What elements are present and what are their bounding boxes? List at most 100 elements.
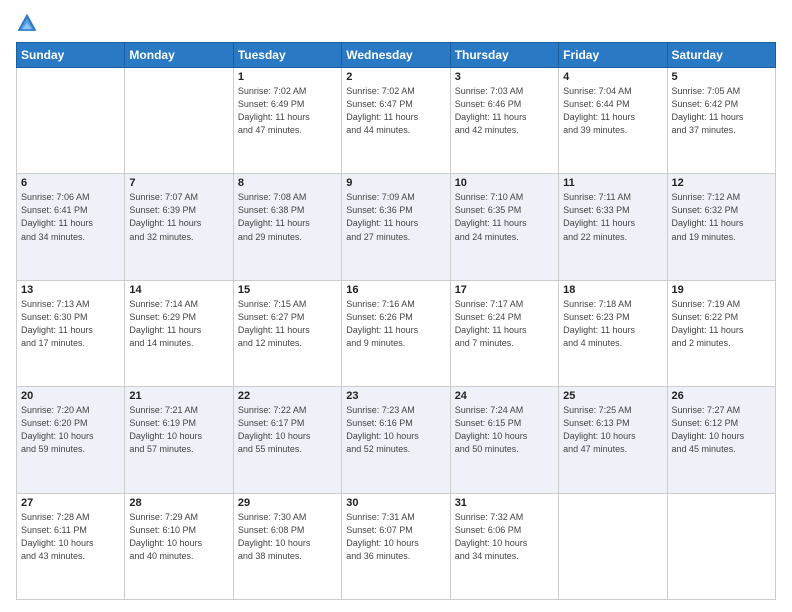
- day-number: 2: [346, 71, 445, 83]
- calendar-cell: [667, 493, 775, 599]
- day-number: 27: [21, 497, 120, 509]
- day-info: Sunrise: 7:10 AM Sunset: 6:35 PM Dayligh…: [455, 191, 554, 243]
- day-info: Sunrise: 7:19 AM Sunset: 6:22 PM Dayligh…: [672, 298, 771, 350]
- day-number: 16: [346, 284, 445, 296]
- day-info: Sunrise: 7:22 AM Sunset: 6:17 PM Dayligh…: [238, 404, 337, 456]
- calendar-cell: 1 Sunrise: 7:02 AM Sunset: 6:49 PM Daylig…: [233, 68, 341, 174]
- calendar-cell: 22 Sunrise: 7:22 AM Sunset: 6:17 PM Dayli…: [233, 387, 341, 493]
- day-number: 7: [129, 177, 228, 189]
- day-number: 31: [455, 497, 554, 509]
- day-info: Sunrise: 7:31 AM Sunset: 6:07 PM Dayligh…: [346, 511, 445, 563]
- day-number: 29: [238, 497, 337, 509]
- day-info: Sunrise: 7:28 AM Sunset: 6:11 PM Dayligh…: [21, 511, 120, 563]
- calendar-cell: 4 Sunrise: 7:04 AM Sunset: 6:44 PM Daylig…: [559, 68, 667, 174]
- day-info: Sunrise: 7:25 AM Sunset: 6:13 PM Dayligh…: [563, 404, 662, 456]
- weekday-header-wednesday: Wednesday: [342, 43, 450, 68]
- day-info: Sunrise: 7:04 AM Sunset: 6:44 PM Dayligh…: [563, 85, 662, 137]
- calendar-cell: 5 Sunrise: 7:05 AM Sunset: 6:42 PM Daylig…: [667, 68, 775, 174]
- calendar-week-row: 20 Sunrise: 7:20 AM Sunset: 6:20 PM Dayli…: [17, 387, 776, 493]
- day-number: 25: [563, 390, 662, 402]
- calendar-cell: 7 Sunrise: 7:07 AM Sunset: 6:39 PM Daylig…: [125, 174, 233, 280]
- calendar-week-row: 1 Sunrise: 7:02 AM Sunset: 6:49 PM Daylig…: [17, 68, 776, 174]
- day-info: Sunrise: 7:09 AM Sunset: 6:36 PM Dayligh…: [346, 191, 445, 243]
- calendar-cell: 27 Sunrise: 7:28 AM Sunset: 6:11 PM Dayli…: [17, 493, 125, 599]
- calendar-week-row: 13 Sunrise: 7:13 AM Sunset: 6:30 PM Dayli…: [17, 280, 776, 386]
- calendar-cell: 19 Sunrise: 7:19 AM Sunset: 6:22 PM Dayli…: [667, 280, 775, 386]
- day-number: 17: [455, 284, 554, 296]
- day-number: 15: [238, 284, 337, 296]
- calendar-cell: 3 Sunrise: 7:03 AM Sunset: 6:46 PM Daylig…: [450, 68, 558, 174]
- day-info: Sunrise: 7:02 AM Sunset: 6:47 PM Dayligh…: [346, 85, 445, 137]
- day-info: Sunrise: 7:15 AM Sunset: 6:27 PM Dayligh…: [238, 298, 337, 350]
- day-number: 28: [129, 497, 228, 509]
- calendar-cell: 24 Sunrise: 7:24 AM Sunset: 6:15 PM Dayli…: [450, 387, 558, 493]
- weekday-header-sunday: Sunday: [17, 43, 125, 68]
- calendar-week-row: 6 Sunrise: 7:06 AM Sunset: 6:41 PM Daylig…: [17, 174, 776, 280]
- day-info: Sunrise: 7:05 AM Sunset: 6:42 PM Dayligh…: [672, 85, 771, 137]
- calendar-cell: 30 Sunrise: 7:31 AM Sunset: 6:07 PM Dayli…: [342, 493, 450, 599]
- day-info: Sunrise: 7:03 AM Sunset: 6:46 PM Dayligh…: [455, 85, 554, 137]
- day-number: 22: [238, 390, 337, 402]
- calendar-cell: 17 Sunrise: 7:17 AM Sunset: 6:24 PM Dayli…: [450, 280, 558, 386]
- calendar-table: SundayMondayTuesdayWednesdayThursdayFrid…: [16, 42, 776, 600]
- calendar-cell: 20 Sunrise: 7:20 AM Sunset: 6:20 PM Dayli…: [17, 387, 125, 493]
- day-info: Sunrise: 7:14 AM Sunset: 6:29 PM Dayligh…: [129, 298, 228, 350]
- day-number: 19: [672, 284, 771, 296]
- calendar-cell: 31Sunrise: 7:32 AM Sunset: 6:06 PM Dayli…: [450, 493, 558, 599]
- calendar-cell: 13 Sunrise: 7:13 AM Sunset: 6:30 PM Dayli…: [17, 280, 125, 386]
- day-info: Sunrise: 7:07 AM Sunset: 6:39 PM Dayligh…: [129, 191, 228, 243]
- day-number: 3: [455, 71, 554, 83]
- weekday-header-row: SundayMondayTuesdayWednesdayThursdayFrid…: [17, 43, 776, 68]
- day-info: Sunrise: 7:06 AM Sunset: 6:41 PM Dayligh…: [21, 191, 120, 243]
- day-number: 20: [21, 390, 120, 402]
- day-info: Sunrise: 7:29 AM Sunset: 6:10 PM Dayligh…: [129, 511, 228, 563]
- day-info: Sunrise: 7:21 AM Sunset: 6:19 PM Dayligh…: [129, 404, 228, 456]
- calendar-cell: 8 Sunrise: 7:08 AM Sunset: 6:38 PM Daylig…: [233, 174, 341, 280]
- day-number: 8: [238, 177, 337, 189]
- day-number: 12: [672, 177, 771, 189]
- calendar-cell: 25 Sunrise: 7:25 AM Sunset: 6:13 PM Dayli…: [559, 387, 667, 493]
- calendar-cell: 16Sunrise: 7:16 AM Sunset: 6:26 PM Dayli…: [342, 280, 450, 386]
- calendar-cell: 9 Sunrise: 7:09 AM Sunset: 6:36 PM Daylig…: [342, 174, 450, 280]
- day-info: Sunrise: 7:13 AM Sunset: 6:30 PM Dayligh…: [21, 298, 120, 350]
- day-info: Sunrise: 7:20 AM Sunset: 6:20 PM Dayligh…: [21, 404, 120, 456]
- calendar-cell: [125, 68, 233, 174]
- day-info: Sunrise: 7:18 AM Sunset: 6:23 PM Dayligh…: [563, 298, 662, 350]
- weekday-header-tuesday: Tuesday: [233, 43, 341, 68]
- day-info: Sunrise: 7:30 AM Sunset: 6:08 PM Dayligh…: [238, 511, 337, 563]
- day-number: 5: [672, 71, 771, 83]
- calendar-cell: [559, 493, 667, 599]
- weekday-header-saturday: Saturday: [667, 43, 775, 68]
- calendar-cell: 11Sunrise: 7:11 AM Sunset: 6:33 PM Dayli…: [559, 174, 667, 280]
- day-info: Sunrise: 7:23 AM Sunset: 6:16 PM Dayligh…: [346, 404, 445, 456]
- calendar-cell: 18Sunrise: 7:18 AM Sunset: 6:23 PM Dayli…: [559, 280, 667, 386]
- weekday-header-monday: Monday: [125, 43, 233, 68]
- calendar-cell: 28 Sunrise: 7:29 AM Sunset: 6:10 PM Dayli…: [125, 493, 233, 599]
- day-number: 24: [455, 390, 554, 402]
- calendar-cell: 15 Sunrise: 7:15 AM Sunset: 6:27 PM Dayli…: [233, 280, 341, 386]
- calendar-cell: [17, 68, 125, 174]
- day-number: 1: [238, 71, 337, 83]
- day-number: 10: [455, 177, 554, 189]
- day-number: 26: [672, 390, 771, 402]
- day-info: Sunrise: 7:17 AM Sunset: 6:24 PM Dayligh…: [455, 298, 554, 350]
- day-info: Sunrise: 7:08 AM Sunset: 6:38 PM Dayligh…: [238, 191, 337, 243]
- calendar-cell: 2 Sunrise: 7:02 AM Sunset: 6:47 PM Daylig…: [342, 68, 450, 174]
- calendar-cell: 12Sunrise: 7:12 AM Sunset: 6:32 PM Dayli…: [667, 174, 775, 280]
- day-number: 21: [129, 390, 228, 402]
- calendar-cell: 26 Sunrise: 7:27 AM Sunset: 6:12 PM Dayli…: [667, 387, 775, 493]
- calendar-cell: 29 Sunrise: 7:30 AM Sunset: 6:08 PM Dayli…: [233, 493, 341, 599]
- day-number: 4: [563, 71, 662, 83]
- calendar-cell: 23Sunrise: 7:23 AM Sunset: 6:16 PM Dayli…: [342, 387, 450, 493]
- day-info: Sunrise: 7:27 AM Sunset: 6:12 PM Dayligh…: [672, 404, 771, 456]
- day-info: Sunrise: 7:24 AM Sunset: 6:15 PM Dayligh…: [455, 404, 554, 456]
- day-number: 11: [563, 177, 662, 189]
- day-number: 13: [21, 284, 120, 296]
- day-number: 9: [346, 177, 445, 189]
- weekday-header-thursday: Thursday: [450, 43, 558, 68]
- day-info: Sunrise: 7:02 AM Sunset: 6:49 PM Dayligh…: [238, 85, 337, 137]
- day-number: 6: [21, 177, 120, 189]
- calendar-week-row: 27 Sunrise: 7:28 AM Sunset: 6:11 PM Dayli…: [17, 493, 776, 599]
- day-number: 30: [346, 497, 445, 509]
- calendar-cell: 10 Sunrise: 7:10 AM Sunset: 6:35 PM Dayli…: [450, 174, 558, 280]
